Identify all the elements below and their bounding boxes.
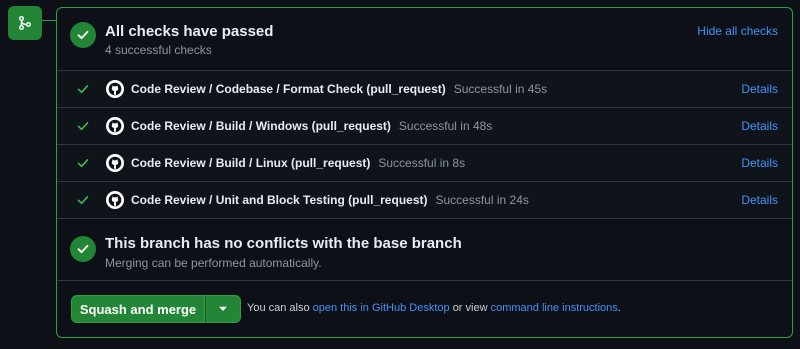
check-name: Code Review / Build / Linux (pull_reques… xyxy=(131,156,465,170)
check-name-text: Code Review / Unit and Block Testing (pu… xyxy=(131,193,428,207)
details-link[interactable]: Details xyxy=(741,119,778,133)
check-status: Successful in 24s xyxy=(435,193,529,207)
check-row: Code Review / Build / Linux (pull_reques… xyxy=(57,145,792,182)
check-icon xyxy=(77,159,89,168)
conflict-title: This branch has no conflicts with the ba… xyxy=(105,235,462,252)
merge-actions: Squash and merge You can also open this … xyxy=(57,281,792,337)
check-icon xyxy=(77,85,89,94)
check-name: Code Review / Codebase / Format Check (p… xyxy=(131,82,547,96)
details-link[interactable]: Details xyxy=(741,156,778,170)
checks-summary: All checks have passed 4 successful chec… xyxy=(57,8,792,71)
merge-options-dropdown[interactable] xyxy=(205,295,241,323)
check-row: Code Review / Unit and Block Testing (pu… xyxy=(57,182,792,219)
hint-prefix: You can also xyxy=(247,302,310,314)
github-mark-icon xyxy=(106,191,124,209)
checks-subtitle: 4 successful checks xyxy=(105,43,212,57)
check-status: Successful in 8s xyxy=(378,156,466,170)
conflict-status: This branch has no conflicts with the ba… xyxy=(57,219,792,281)
details-link[interactable]: Details xyxy=(741,193,778,207)
check-icon xyxy=(77,196,89,205)
check-name-text: Code Review / Build / Linux (pull_reques… xyxy=(131,156,371,170)
check-name: Code Review / Unit and Block Testing (pu… xyxy=(131,193,529,207)
timeline-connector xyxy=(42,20,56,28)
conflict-subtitle: Merging can be performed automatically. xyxy=(105,256,322,270)
check-row: Code Review / Codebase / Format Check (p… xyxy=(57,71,792,108)
hide-checks-link[interactable]: Hide all checks xyxy=(697,24,778,38)
triangle-down-icon xyxy=(219,306,227,311)
check-icon xyxy=(77,122,89,131)
github-mark-icon xyxy=(106,154,124,172)
check-name: Code Review / Build / Windows (pull_requ… xyxy=(131,119,492,133)
check-row: Code Review / Build / Windows (pull_requ… xyxy=(57,108,792,145)
check-circle-icon xyxy=(70,22,96,48)
hint-suffix: . xyxy=(617,302,621,314)
hint-middle: or view xyxy=(452,302,488,314)
checks-title: All checks have passed xyxy=(105,23,274,40)
check-circle-icon xyxy=(70,236,96,262)
merge-hint: You can also open this in GitHub Desktop… xyxy=(247,302,621,314)
cli-instructions-link[interactable]: command line instructions xyxy=(491,302,618,314)
github-desktop-link[interactable]: open this in GitHub Desktop xyxy=(313,302,450,314)
details-link[interactable]: Details xyxy=(741,82,778,96)
github-mark-icon xyxy=(106,80,124,98)
github-mark-icon xyxy=(106,117,124,135)
check-status: Successful in 48s xyxy=(398,119,493,133)
merge-button-group: Squash and merge xyxy=(71,295,241,323)
git-merge-icon xyxy=(8,6,42,40)
merge-box: All checks have passed 4 successful chec… xyxy=(56,7,793,338)
check-name-text: Code Review / Build / Windows (pull_requ… xyxy=(131,119,391,133)
check-status: Successful in 45s xyxy=(453,82,548,96)
check-name-text: Code Review / Codebase / Format Check (p… xyxy=(131,82,446,96)
squash-merge-button[interactable]: Squash and merge xyxy=(71,295,205,323)
